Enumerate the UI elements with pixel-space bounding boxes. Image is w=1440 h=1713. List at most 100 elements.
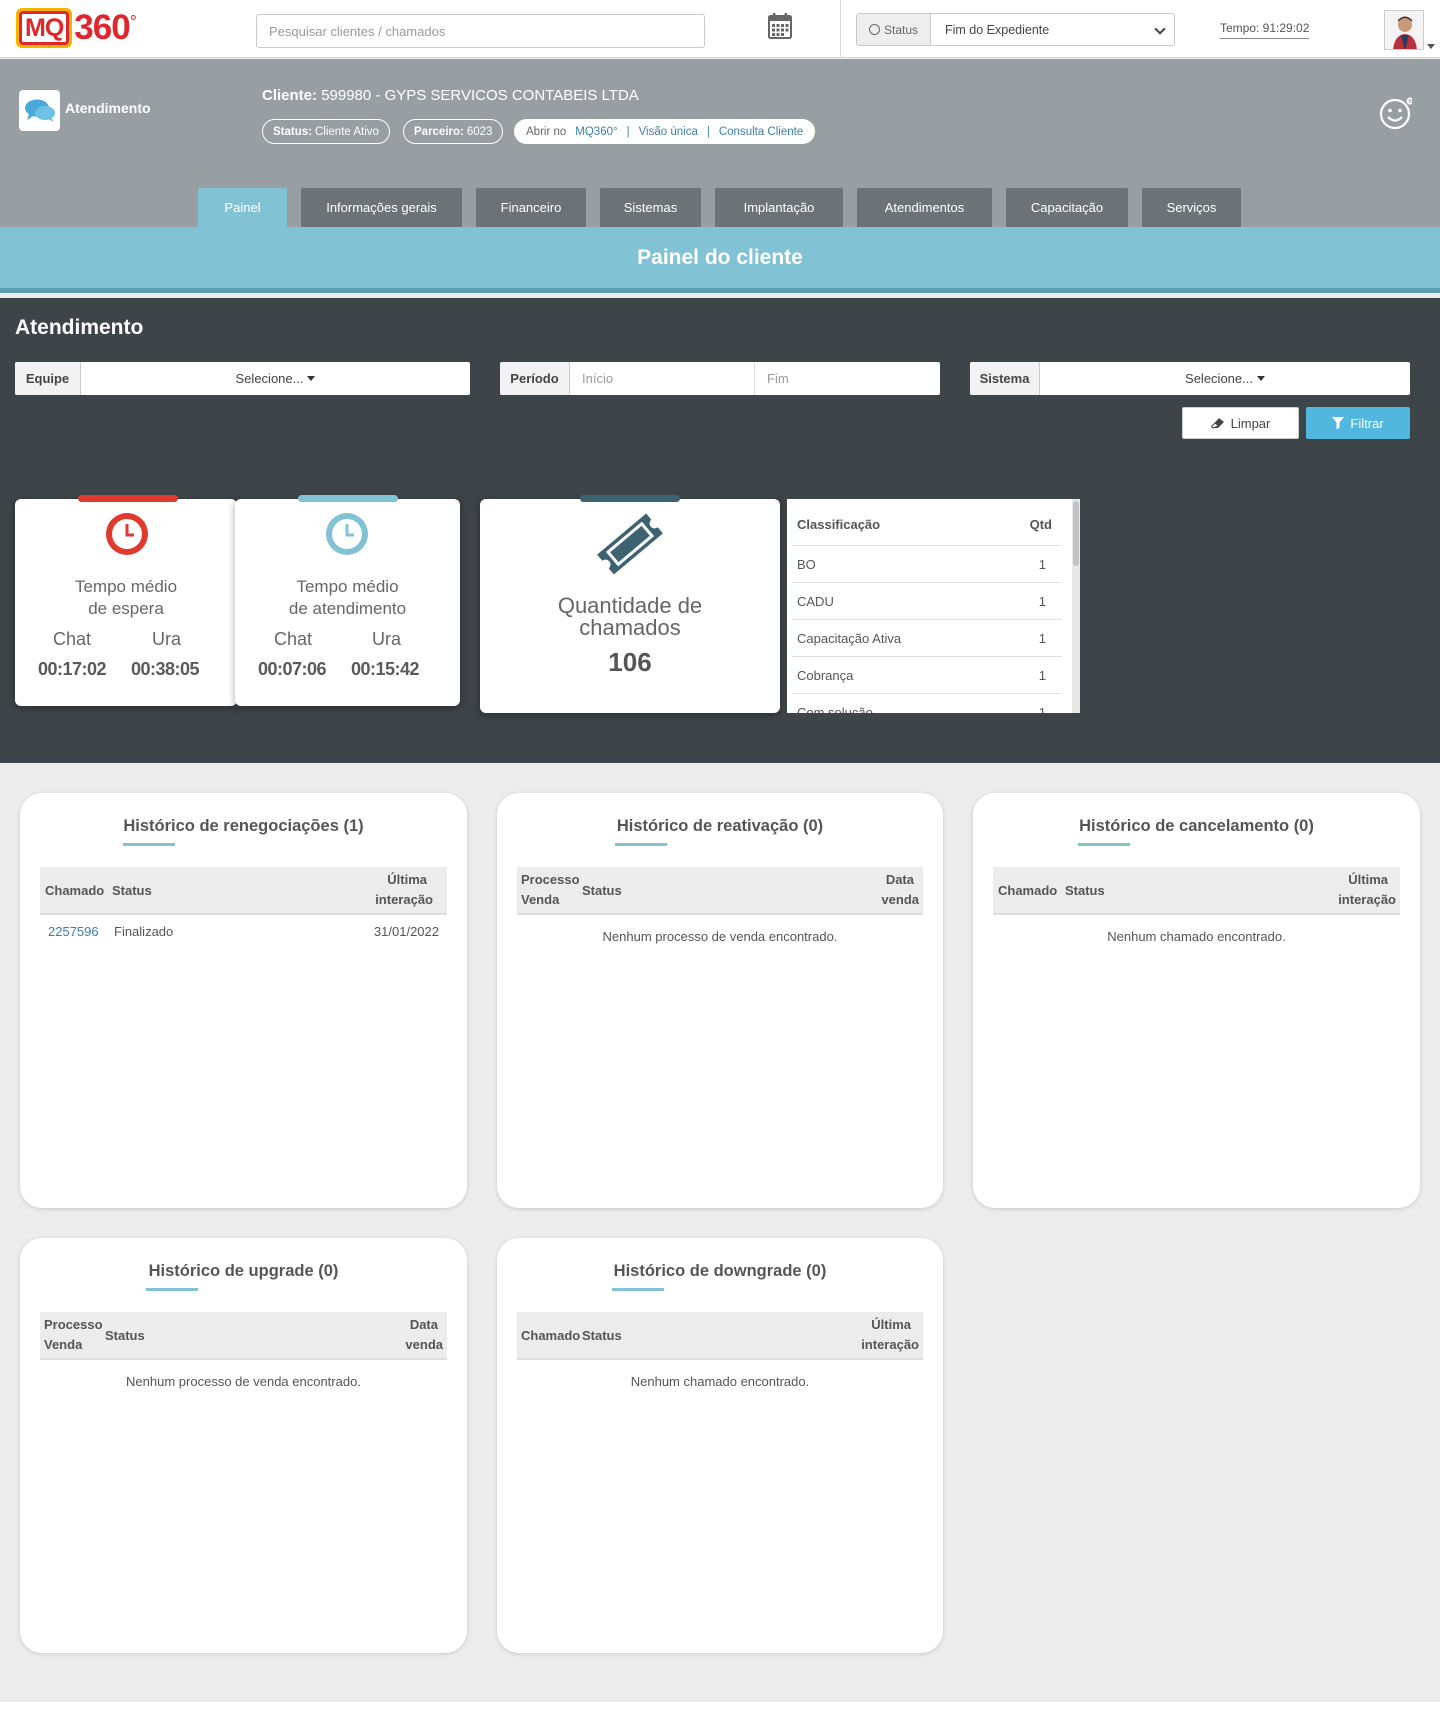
col-interacao: interação bbox=[861, 1337, 919, 1352]
atendimento-icon-box bbox=[19, 90, 60, 131]
tab-implantacao[interactable]: Implantação bbox=[715, 188, 843, 227]
table-row: Com solução 1 bbox=[792, 693, 1062, 713]
table-row: CADU 1 bbox=[792, 582, 1062, 619]
logo-360: 360 bbox=[74, 8, 130, 47]
periodo-label: Período bbox=[500, 362, 570, 395]
tab-financeiro[interactable]: Financeiro bbox=[476, 188, 586, 227]
card-accent-bar bbox=[580, 495, 680, 502]
historico-reativacao-panel: Histórico de reativação (0) Processo Ven… bbox=[497, 793, 943, 1208]
sistema-filter: Sistema Selecione... bbox=[970, 362, 1410, 395]
col-chamado: Chamado bbox=[45, 883, 105, 898]
title-underline bbox=[123, 843, 175, 846]
chamados-count: 106 bbox=[608, 647, 652, 677]
user-avatar[interactable] bbox=[1384, 10, 1424, 50]
chat-time: 00:17:02 bbox=[38, 659, 107, 679]
col-ultima: Última bbox=[1348, 872, 1388, 887]
table-row: Cobrança 1 bbox=[792, 656, 1062, 693]
scrollbar-thumb[interactable] bbox=[1073, 501, 1079, 566]
eraser-icon bbox=[1210, 418, 1224, 429]
status-value[interactable]: Fim do Expediente bbox=[931, 14, 1174, 45]
empty-message: Nenhum processo de venda encontrado. bbox=[126, 1374, 361, 1389]
col-venda: Venda bbox=[44, 1337, 83, 1352]
col-chamado: Chamado bbox=[998, 883, 1058, 898]
mq360-logo[interactable]: MQ 360 ° bbox=[16, 6, 137, 50]
ura-time: 00:15:42 bbox=[351, 659, 420, 679]
notification-count: 0 bbox=[1408, 99, 1411, 105]
historico-upgrade-panel: Histórico de upgrade (0) Processo Venda … bbox=[20, 1238, 467, 1653]
card-accent-bar bbox=[298, 495, 398, 502]
logo-mq-badge: MQ bbox=[16, 8, 73, 48]
chamado-link[interactable]: 2257596 bbox=[48, 924, 99, 939]
link-mq360[interactable]: MQ360° bbox=[575, 126, 617, 138]
tab-informacoes-gerais[interactable]: Informações gerais bbox=[301, 188, 462, 227]
tab-sistemas[interactable]: Sistemas bbox=[600, 188, 701, 227]
tab-capacitacao[interactable]: Capacitação bbox=[1006, 188, 1128, 227]
col-chamado: Chamado bbox=[521, 1328, 581, 1343]
qtd-header: Qtd bbox=[1029, 517, 1052, 532]
row-status: Finalizado bbox=[114, 924, 174, 939]
inicio-date-input[interactable]: Início bbox=[570, 362, 755, 395]
status-select[interactable]: Status Fim do Expediente bbox=[856, 13, 1175, 46]
page-title: Painel do cliente bbox=[0, 227, 1440, 293]
search-input[interactable] bbox=[256, 14, 705, 48]
sistema-select[interactable]: Selecione... bbox=[1040, 362, 1410, 395]
table-header: Chamado Status Última interação bbox=[517, 1312, 923, 1360]
tab-bar: Painel Informações gerais Financeiro Sis… bbox=[198, 188, 1255, 227]
limpar-button[interactable]: Limpar bbox=[1182, 407, 1299, 439]
caret-down-icon bbox=[1256, 376, 1265, 381]
panel-title: Histórico de reativação (0) bbox=[616, 817, 824, 835]
tab-servicos[interactable]: Serviços bbox=[1142, 188, 1241, 227]
section-title: Atendimento bbox=[15, 316, 144, 339]
link-visao-unica[interactable]: Visão única bbox=[639, 126, 698, 138]
client-status-badge: Status: Cliente Ativo bbox=[262, 119, 390, 144]
col-status: Status bbox=[1065, 883, 1105, 898]
title-underline bbox=[612, 1288, 664, 1291]
table-header: Processo Venda Status Data venda bbox=[517, 867, 923, 915]
chat-time: 00:07:06 bbox=[258, 659, 327, 679]
calendar-icon[interactable] bbox=[768, 13, 792, 39]
client-name: Cliente: 599980 - GYPS SERVICOS CONTABEI… bbox=[262, 87, 639, 104]
col-interacao: interação bbox=[1338, 892, 1396, 907]
title-underline bbox=[1078, 843, 1130, 846]
smiley-icon[interactable]: 0 bbox=[1378, 97, 1412, 131]
col-data-venda: venda bbox=[881, 892, 919, 907]
tempo-atendimento-card: Tempo médio de atendimento Chat Ura 00:0… bbox=[235, 495, 460, 706]
col-status: Status bbox=[112, 883, 152, 898]
card-accent-bar bbox=[78, 495, 178, 502]
card-title: de atendimento bbox=[288, 599, 407, 618]
table-header: Processo Venda Status Data venda bbox=[40, 1312, 447, 1360]
parceiro-badge: Parceiro: 6023 bbox=[403, 119, 504, 144]
col-interacao: interação bbox=[375, 892, 433, 907]
clock-icon bbox=[106, 513, 148, 555]
historico-downgrade-panel: Histórico de downgrade (0) Chamado Statu… bbox=[497, 1238, 943, 1653]
page-footer-strip bbox=[0, 1702, 1440, 1713]
col-processo: Processo bbox=[521, 872, 580, 887]
quantidade-chamados-card: Quantidade de chamados 106 bbox=[480, 495, 780, 713]
fim-date-input[interactable]: Fim bbox=[755, 362, 940, 395]
title-underline bbox=[146, 1288, 198, 1291]
periodo-filter: Período Início Fim bbox=[500, 362, 940, 395]
chat-label: Chat bbox=[53, 629, 92, 649]
panel-title: Histórico de renegociações (1) bbox=[123, 817, 364, 835]
tempo-espera-card: Tempo médio de espera Chat Ura 00:17:02 … bbox=[15, 495, 237, 706]
ura-time: 00:38:05 bbox=[131, 659, 200, 679]
filtrar-button[interactable]: Filtrar bbox=[1306, 407, 1410, 439]
title-underline bbox=[615, 843, 667, 846]
link-consulta-cliente[interactable]: Consulta Cliente bbox=[719, 126, 803, 138]
equipe-filter: Equipe Selecione... bbox=[15, 362, 470, 395]
equipe-label: Equipe bbox=[15, 362, 81, 395]
card-title: de espera bbox=[88, 599, 164, 618]
status-label: Status bbox=[857, 14, 931, 45]
classificacao-header: Classificação bbox=[797, 517, 881, 532]
chat-label: Chat bbox=[274, 629, 313, 649]
tab-atendimentos[interactable]: Atendimentos bbox=[857, 188, 992, 227]
card-title: chamados bbox=[579, 615, 681, 640]
caret-down-icon bbox=[307, 376, 316, 381]
classificacao-table[interactable]: Classificação Qtd BO 1 CADU 1 Capacitação … bbox=[787, 499, 1080, 713]
tab-painel[interactable]: Painel bbox=[198, 188, 287, 227]
col-ultima: Última bbox=[871, 1317, 911, 1332]
equipe-select[interactable]: Selecione... bbox=[81, 362, 470, 395]
table-header: Chamado Status Última interação bbox=[40, 867, 447, 915]
table-header: Chamado Status Última interação bbox=[993, 867, 1400, 915]
user-menu-caret-icon[interactable] bbox=[1427, 44, 1435, 49]
